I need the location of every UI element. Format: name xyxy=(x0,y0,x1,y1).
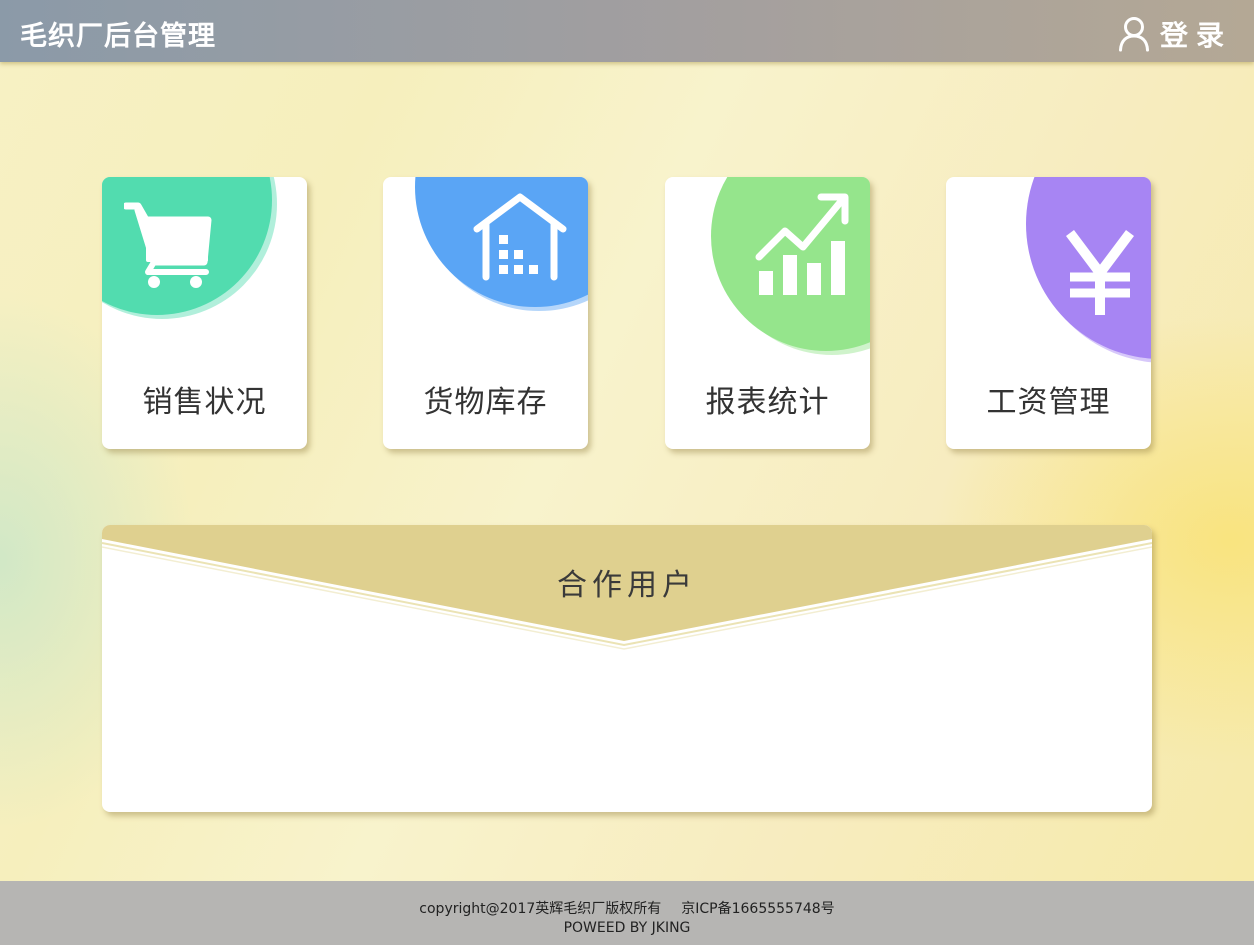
top-bar: 毛织厂后台管理 登录 xyxy=(0,0,1254,62)
login-label: 登录 xyxy=(1159,19,1232,52)
yen-icon xyxy=(1064,229,1136,321)
warehouse-icon xyxy=(473,193,567,285)
footer: copyright@2017英辉毛织厂版权所有 京ICP备1665555748号 … xyxy=(0,881,1254,945)
card-label: 货物库存 xyxy=(423,385,548,420)
card-salary[interactable]: 工资管理 xyxy=(946,177,1151,449)
partner-users-title: 合作用户 xyxy=(557,568,697,603)
card-label: 报表统计 xyxy=(705,385,830,420)
app-title: 毛织厂后台管理 xyxy=(20,21,216,52)
user-icon xyxy=(1118,16,1150,52)
partner-users-panel: 合作用户 xyxy=(102,525,1152,812)
footer-copyright-row: copyright@2017英辉毛织厂版权所有 京ICP备1665555748号 xyxy=(0,898,1254,918)
growth-chart-icon xyxy=(755,191,851,303)
card-label: 销售状况 xyxy=(142,385,267,420)
copyright-text: copyright@2017英辉毛织厂版权所有 xyxy=(419,901,662,917)
shopping-cart-icon xyxy=(122,202,214,294)
card-sales[interactable]: 销售状况 xyxy=(102,177,307,449)
card-reports[interactable]: 报表统计 xyxy=(665,177,870,449)
card-label: 工资管理 xyxy=(986,385,1111,420)
icp-text: 京ICP备1665555748号 xyxy=(681,901,835,917)
login-button[interactable]: 登录 xyxy=(1118,14,1232,54)
powered-by-text: POWEED BY JKING xyxy=(563,920,691,936)
card-inventory[interactable]: 货物库存 xyxy=(383,177,588,449)
